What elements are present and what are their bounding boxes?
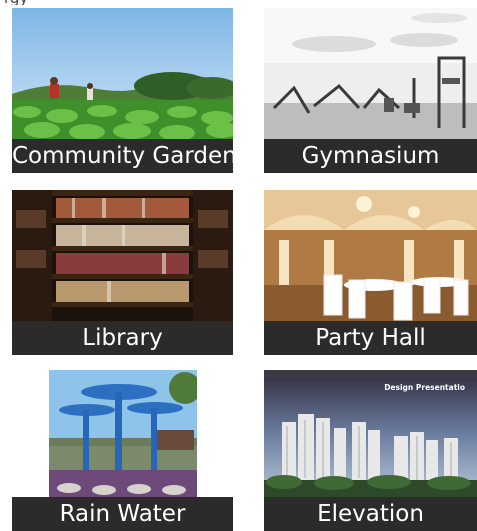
- amenity-card-party-hall[interactable]: Party Hall: [264, 190, 477, 355]
- partial-heading: rgy: [4, 0, 28, 5]
- amenity-label: Party Hall: [264, 321, 477, 355]
- design-presentation-banner: Design Presentatio: [384, 383, 465, 392]
- library-image: [12, 190, 233, 321]
- amenity-card-elevation[interactable]: Elevation: [264, 370, 477, 531]
- amenity-label: Community Garden: [12, 139, 233, 173]
- rain-water-image: [49, 370, 197, 497]
- amenity-label: Gymnasium: [264, 139, 477, 173]
- amenity-label: Rain Water: [12, 497, 233, 531]
- amenity-card-gymnasium[interactable]: Gymnasium: [264, 8, 477, 173]
- community-garden-image: [12, 8, 233, 139]
- amenity-card-library[interactable]: Library: [12, 190, 233, 355]
- amenity-label: Library: [12, 321, 233, 355]
- party-hall-image: [264, 190, 477, 321]
- amenity-label: Elevation: [264, 497, 477, 531]
- gymnasium-image: [264, 8, 477, 139]
- amenity-card-rain-water[interactable]: Rain Water: [12, 370, 233, 531]
- amenity-card-community-garden[interactable]: Community Garden: [12, 8, 233, 173]
